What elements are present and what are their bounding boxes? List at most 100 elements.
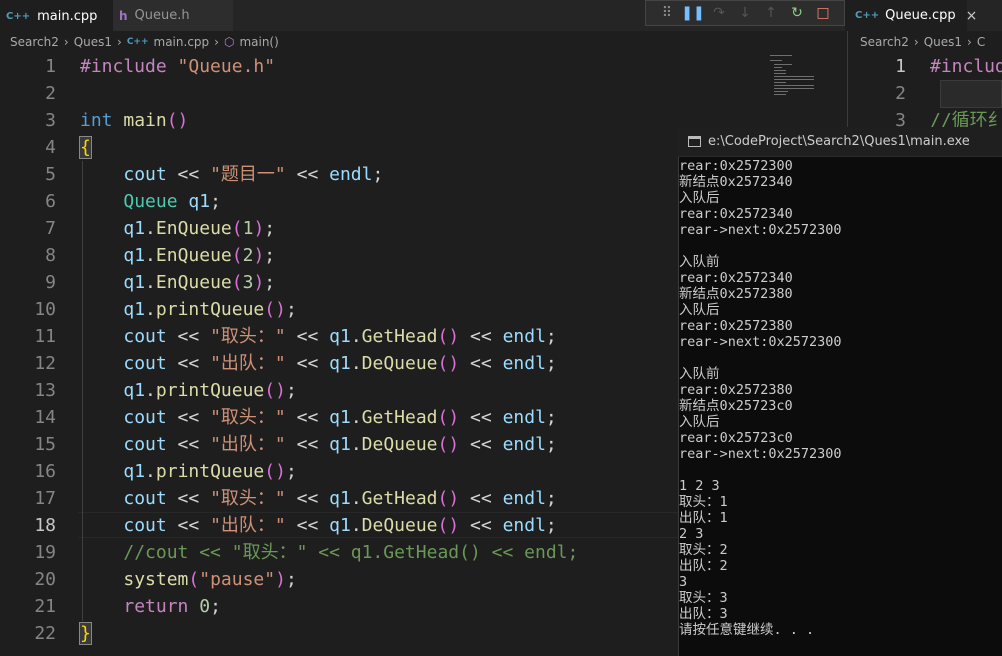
breadcrumb: Search2 › Ques1 › C++ main.cpp › ⬡ main(… (0, 31, 845, 53)
code-line: cout << "取头：" << q1.GetHead() << endl; (123, 407, 557, 428)
close-icon[interactable]: × (966, 8, 978, 24)
code-line: q1.EnQueue(3); (123, 272, 276, 293)
step-over-icon[interactable]: ↷ (706, 5, 732, 21)
console-line: rear->next:0x2572300 (679, 334, 842, 350)
line-number: 1 (895, 56, 906, 77)
folded-region (940, 80, 1002, 108)
console-line: 取头：3 (679, 590, 728, 606)
line-number: 7 (45, 218, 56, 239)
line-number: 11 (34, 326, 56, 347)
breadcrumb-item[interactable]: Search2 (10, 35, 59, 49)
tab-label: Queue.cpp (885, 8, 956, 23)
debug-toolbar: ⠿ ❚❚ ↷ ↓ ↑ ↻ □ (645, 0, 845, 26)
code-line: #include "Queue.h" (80, 56, 276, 77)
chevron-right-icon: › (967, 35, 972, 49)
breadcrumb-item[interactable]: main.cpp (154, 35, 210, 49)
code-line: { (79, 136, 92, 159)
function-symbol-icon: ⬡ (223, 35, 235, 49)
code-line-current: cout << "出队：" << q1.DeQueue() << endl; (123, 515, 557, 536)
console-line: rear->next:0x2572300 (679, 446, 842, 462)
step-into-icon[interactable]: ↓ (732, 5, 758, 21)
console-line: 入队前 (679, 366, 720, 382)
console-line: 新结点0x2572340 (679, 174, 793, 190)
chevron-right-icon: › (63, 35, 69, 49)
line-number: 16 (34, 461, 56, 482)
line-number: 1 (45, 56, 56, 77)
tab-queue-h[interactable]: h Queue.h (113, 0, 233, 31)
minimap[interactable] (765, 53, 835, 101)
line-number: 3 (45, 110, 56, 131)
line-number: 12 (34, 353, 56, 374)
code-line: q1.printQueue(); (123, 380, 297, 401)
chevron-right-icon: › (117, 35, 122, 49)
drag-handle-icon[interactable]: ⠿ (654, 5, 680, 21)
code-line: Queue q1; (123, 191, 221, 212)
line-number: 21 (34, 596, 56, 617)
code-line: cout << "取头：" << q1.GetHead() << endl; (123, 488, 557, 509)
line-number: 4 (45, 137, 56, 158)
console-line: 出队：1 (679, 510, 728, 526)
breadcrumb-item[interactable]: main() (239, 35, 278, 49)
tab-queue-cpp[interactable]: C++ Queue.cpp × (847, 0, 977, 31)
code-line: q1.printQueue(); (123, 461, 297, 482)
console-line: 新结点0x2572380 (679, 286, 793, 302)
console-line: rear:0x2572300 (679, 158, 793, 174)
step-out-icon[interactable]: ↑ (758, 5, 784, 21)
line-number: 13 (34, 380, 56, 401)
breadcrumb-item[interactable]: C (977, 35, 985, 49)
stop-icon[interactable]: □ (810, 5, 836, 21)
code-line: cout << "出队：" << q1.DeQueue() << endl; (123, 434, 557, 455)
console-title-bar[interactable]: e:\CodeProject\Search2\Ques1\main.exe (678, 127, 1002, 157)
header-file-icon: h (119, 8, 128, 23)
console-line: rear:0x25723c0 (679, 430, 793, 446)
console-line: rear->next:0x2572300 (679, 222, 842, 238)
console-line: 新结点0x25723c0 (679, 398, 793, 414)
console-line: 出队：2 (679, 558, 728, 574)
tab-label: main.cpp (37, 8, 98, 24)
code-line: #includ (930, 56, 1002, 77)
console-line: 出队：3 (679, 606, 728, 622)
console-line: 3 (679, 574, 688, 590)
code-line: q1.EnQueue(2); (123, 245, 276, 266)
line-number: 2 (45, 83, 56, 104)
console-title: e:\CodeProject\Search2\Ques1\main.exe (708, 134, 970, 149)
console-line: 入队后 (679, 190, 720, 206)
line-number: 5 (45, 164, 56, 185)
console-line: 取头：1 (679, 494, 728, 510)
code-line: cout << "题目一" << endl; (123, 164, 384, 185)
cpp-file-icon: C++ (6, 10, 31, 22)
code-line: cout << "取头：" << q1.GetHead() << endl; (123, 326, 557, 347)
restart-icon[interactable]: ↻ (784, 5, 810, 21)
tab-label: Queue.h (134, 8, 190, 23)
line-number: 9 (45, 272, 56, 293)
code-line: q1.EnQueue(1); (123, 218, 276, 239)
line-number: 19 (34, 542, 56, 563)
line-number: 15 (34, 434, 56, 455)
console-line: 入队后 (679, 414, 720, 430)
code-line: q1.printQueue(); (123, 299, 297, 320)
console-line: 入队后 (679, 302, 720, 318)
console-line: rear:0x2572380 (679, 382, 793, 398)
console-window-icon (688, 136, 701, 147)
line-number: 17 (34, 488, 56, 509)
chevron-right-icon: › (214, 35, 219, 49)
console-line: rear:0x2572340 (679, 270, 793, 286)
code-line: } (79, 622, 92, 645)
console-line: 2 3 (679, 526, 704, 542)
console-line: rear:0x2572380 (679, 318, 793, 334)
code-line: return 0; (123, 596, 221, 617)
console-line: 入队前 (679, 254, 720, 270)
console-line: 取头：2 (679, 542, 728, 558)
line-number: 14 (34, 407, 56, 428)
console-line: rear:0x2572340 (679, 206, 793, 222)
tab-main-cpp[interactable]: C++ main.cpp × (0, 0, 123, 31)
breadcrumb-item[interactable]: Search2 (860, 35, 909, 49)
code-line: system("pause"); (123, 569, 297, 590)
line-number: 18 (34, 515, 56, 536)
chevron-right-icon: › (913, 35, 919, 49)
cpp-file-icon: C++ (126, 37, 149, 47)
breadcrumb-item[interactable]: Ques1 (924, 35, 962, 49)
breadcrumb-item[interactable]: Ques1 (74, 35, 112, 49)
line-number: 6 (45, 191, 56, 212)
pause-icon[interactable]: ❚❚ (680, 5, 706, 21)
